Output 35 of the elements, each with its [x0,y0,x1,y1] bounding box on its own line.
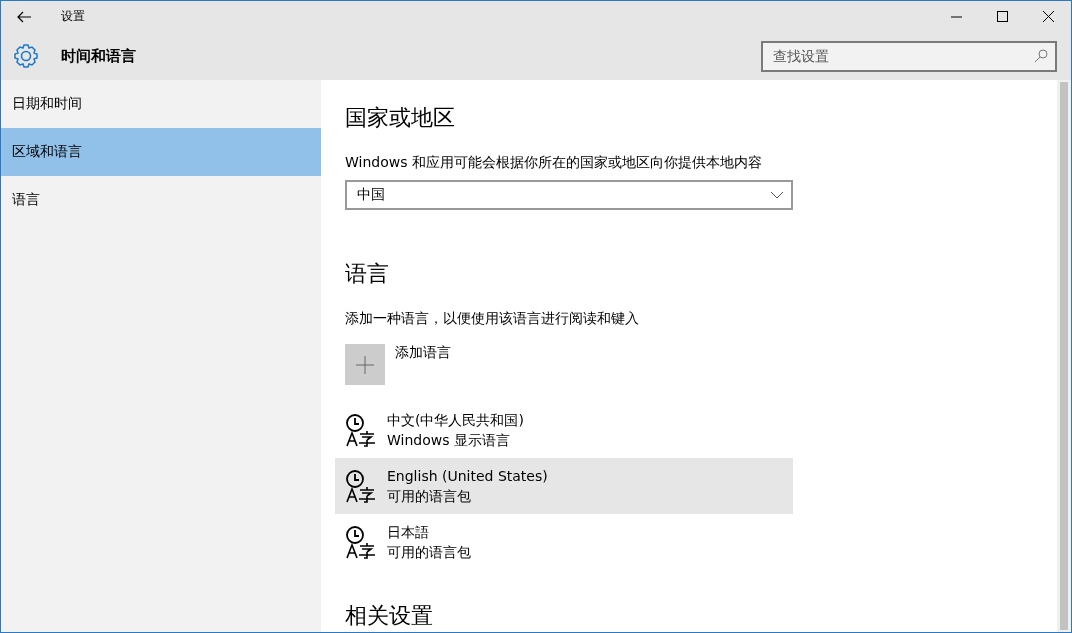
maximize-icon [996,11,1008,22]
page-title: 时间和语言 [61,46,136,66]
settings-icon [13,43,39,69]
scrollbar[interactable] [1057,80,1071,632]
language-name: 中文(中华人民共和国) [387,410,524,430]
language-icon [345,468,377,503]
section-description: Windows 和应用可能会根据你所在的国家或地区向你提供本地内容 [345,154,762,172]
chevron-down-icon [771,191,783,199]
language-item[interactable]: 日本語 可用的语言包 [335,514,793,570]
language-item[interactable]: 中文(中华人民共和国) Windows 显示语言 [335,401,793,458]
minimize-icon [950,15,962,18]
close-icon [1042,11,1054,22]
search-icon [1034,48,1048,63]
sidebar-item[interactable]: 语言 [1,176,321,224]
search-field[interactable]: 查找设置 [761,40,1057,72]
plus-icon [356,355,374,374]
language-status: Windows 显示语言 [387,430,511,450]
language-name: English (United States) [387,466,548,486]
section-heading: 相关设置 [345,602,433,630]
sidebar-item[interactable]: 日期和时间 [1,80,321,128]
country-dropdown[interactable]: 中国 [345,180,793,211]
add-language-label: 添加语言 [395,344,451,363]
section-heading: 语言 [345,260,389,289]
language-status: 可用的语言包 [387,543,471,562]
add-button[interactable] [345,344,385,386]
language-name: 日本語 [387,523,430,542]
section-heading: 国家或地区 [345,104,455,132]
sidebar-item[interactable]: 区域和语言 [1,128,321,176]
language-icon [345,412,377,447]
window-title: 设置 [61,8,85,25]
section-description: 添加一种语言，以便使用该语言进行阅读和键入 [345,310,639,329]
language-icon [345,525,377,559]
back-arrow-icon [17,10,31,23]
language-item[interactable]: English (United States) 可用的语言包 [335,457,793,514]
language-status: 可用的语言包 [387,486,472,506]
